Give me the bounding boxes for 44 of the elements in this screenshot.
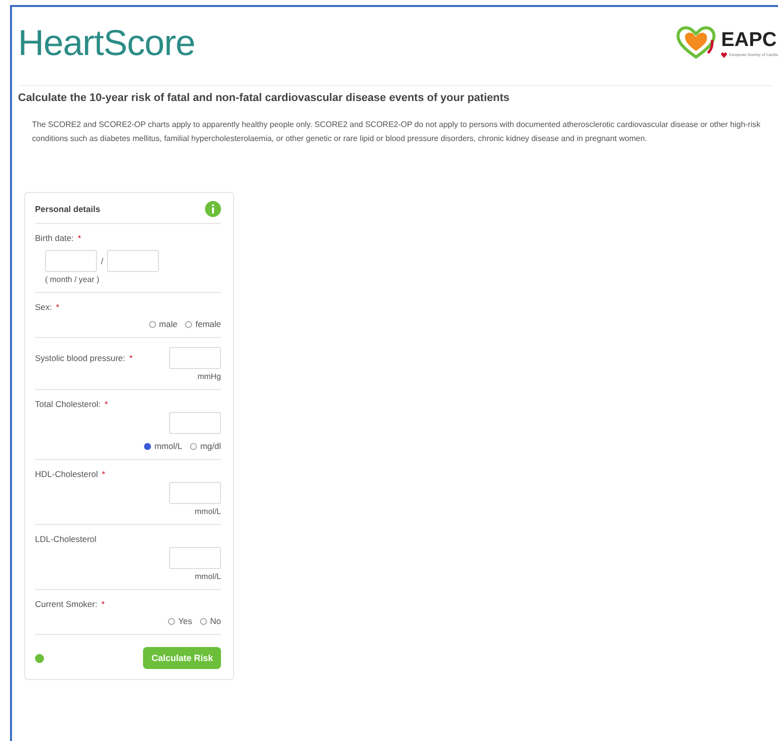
radio-button[interactable] — [200, 618, 208, 624]
required-mark: * — [104, 399, 108, 409]
radio-button[interactable] — [190, 442, 198, 450]
field-label: Sex: — [35, 302, 52, 312]
field-label: Current Smoker: — [35, 599, 98, 609]
option-label: No — [210, 616, 221, 626]
page-title: Calculate the 10-year risk of fatal and non-fatal cardiovascular disease events of your patients — [18, 85, 772, 104]
calculate-risk-button[interactable]: Calculate Risk — [143, 647, 221, 669]
input-field[interactable] — [169, 347, 221, 369]
option-label: female — [195, 319, 221, 329]
eapc-logo: EAPC — [721, 28, 778, 52]
option-label: Yes — [178, 616, 192, 626]
required-mark: * — [56, 302, 60, 312]
field-label: Systolic blood pressure: — [35, 353, 126, 363]
panel-title: Personal details — [35, 204, 100, 214]
option-label: mg/dl — [200, 441, 221, 451]
unit-label: mmol/L — [194, 507, 221, 516]
unit-label: mmHg — [197, 372, 221, 381]
input-field[interactable] — [169, 482, 221, 504]
radio-button[interactable] — [168, 618, 176, 624]
radio-button[interactable] — [149, 320, 156, 328]
year-field[interactable] — [107, 250, 160, 272]
required-mark: * — [102, 469, 106, 479]
field-label: Birth date: — [35, 233, 74, 243]
date-hint: ( month / year ) — [45, 275, 100, 284]
intro-paragraph: The SCORE2 and SCORE2-OP charts apply to apparently healthy people only. SCORE2 and SCORE2-OP do not apply to persons with documented atherosclerotic cardiovascular disease or other high-risk conditions such as diabetes mellitus, familial hypercholesterolaemia, or other genetic or rare lipid or blood pressure disorders, chronic kidney disease and in pregnant women. — [32, 119, 762, 145]
radio-button[interactable] — [144, 442, 152, 450]
field-label: LDL-Cholesterol — [35, 534, 96, 544]
heart-icon — [721, 52, 728, 58]
required-mark: * — [78, 233, 82, 243]
heartscore-logo: HeartScore — [18, 22, 196, 64]
field-label: Total Cholesterol: — [35, 399, 101, 409]
unit-label: mmol/L — [194, 572, 221, 581]
option-label: mmol/L — [154, 441, 182, 451]
option-label: male — [159, 319, 178, 329]
input-field[interactable] — [169, 412, 221, 434]
date-separator: / — [101, 256, 104, 266]
radio-button[interactable] — [185, 320, 192, 328]
required-mark: * — [129, 353, 133, 363]
input-field[interactable] — [169, 547, 221, 569]
field-label: HDL-Cholesterol — [35, 469, 98, 479]
required-mark: * — [101, 599, 105, 609]
month-field[interactable] — [45, 250, 97, 272]
heart-logo-icon — [675, 26, 718, 60]
